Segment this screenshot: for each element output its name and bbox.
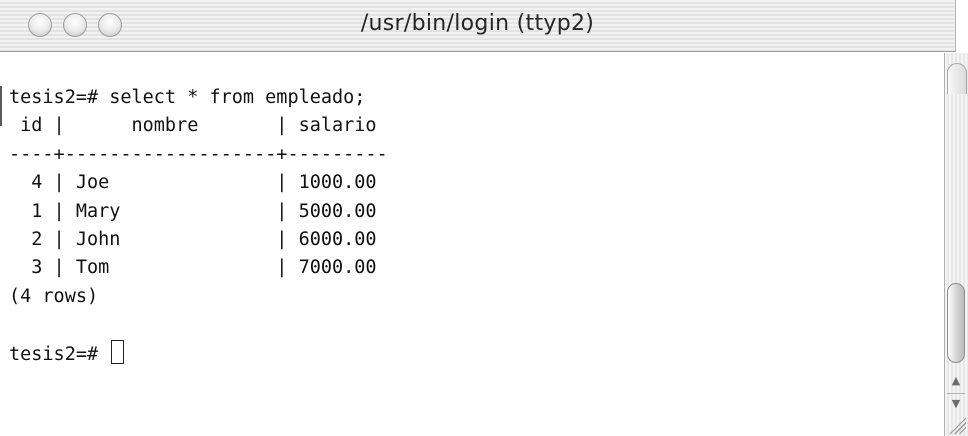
table-separator: ----+-------------------+--------- [9, 143, 388, 165]
table-header: id | nombre | salario [9, 115, 377, 137]
title-bar[interactable]: /usr/bin/login (ttyp2) [0, 0, 956, 52]
table-row: 1 | Mary | 5000.00 [9, 200, 377, 222]
terminal-window: /usr/bin/login (ttyp2) tesis2=# select *… [0, 0, 968, 436]
window-title: /usr/bin/login (ttyp2) [360, 11, 595, 36]
row-count: (4 rows) [9, 285, 99, 307]
text-cursor [111, 339, 125, 364]
scroll-down-arrow-icon[interactable]: ▼ [947, 393, 965, 414]
table-row: 3 | Tom | 7000.00 [9, 257, 377, 279]
scrollbar-track-cap [947, 63, 967, 94]
scroll-up-arrow-icon[interactable]: ▲ [947, 371, 965, 391]
scrollbar-thumb[interactable] [947, 283, 965, 363]
table-row: 2 | John | 6000.00 [9, 228, 377, 250]
terminal-lines: tesis2=# select * from empleado; id | no… [9, 84, 388, 368]
terminal-line: tesis2=# select * from empleado; [9, 87, 366, 108]
terminal-output[interactable]: tesis2=# select * from empleado; id | no… [0, 56, 947, 436]
vertical-scrollbar[interactable]: ▲ ▼ [944, 53, 968, 436]
prompt: tesis2=# [9, 343, 110, 365]
prompt-line[interactable]: tesis2=# [9, 339, 388, 368]
table-row: 4 | Joe | 1000.00 [9, 172, 377, 194]
resize-grip-icon[interactable] [946, 414, 966, 434]
